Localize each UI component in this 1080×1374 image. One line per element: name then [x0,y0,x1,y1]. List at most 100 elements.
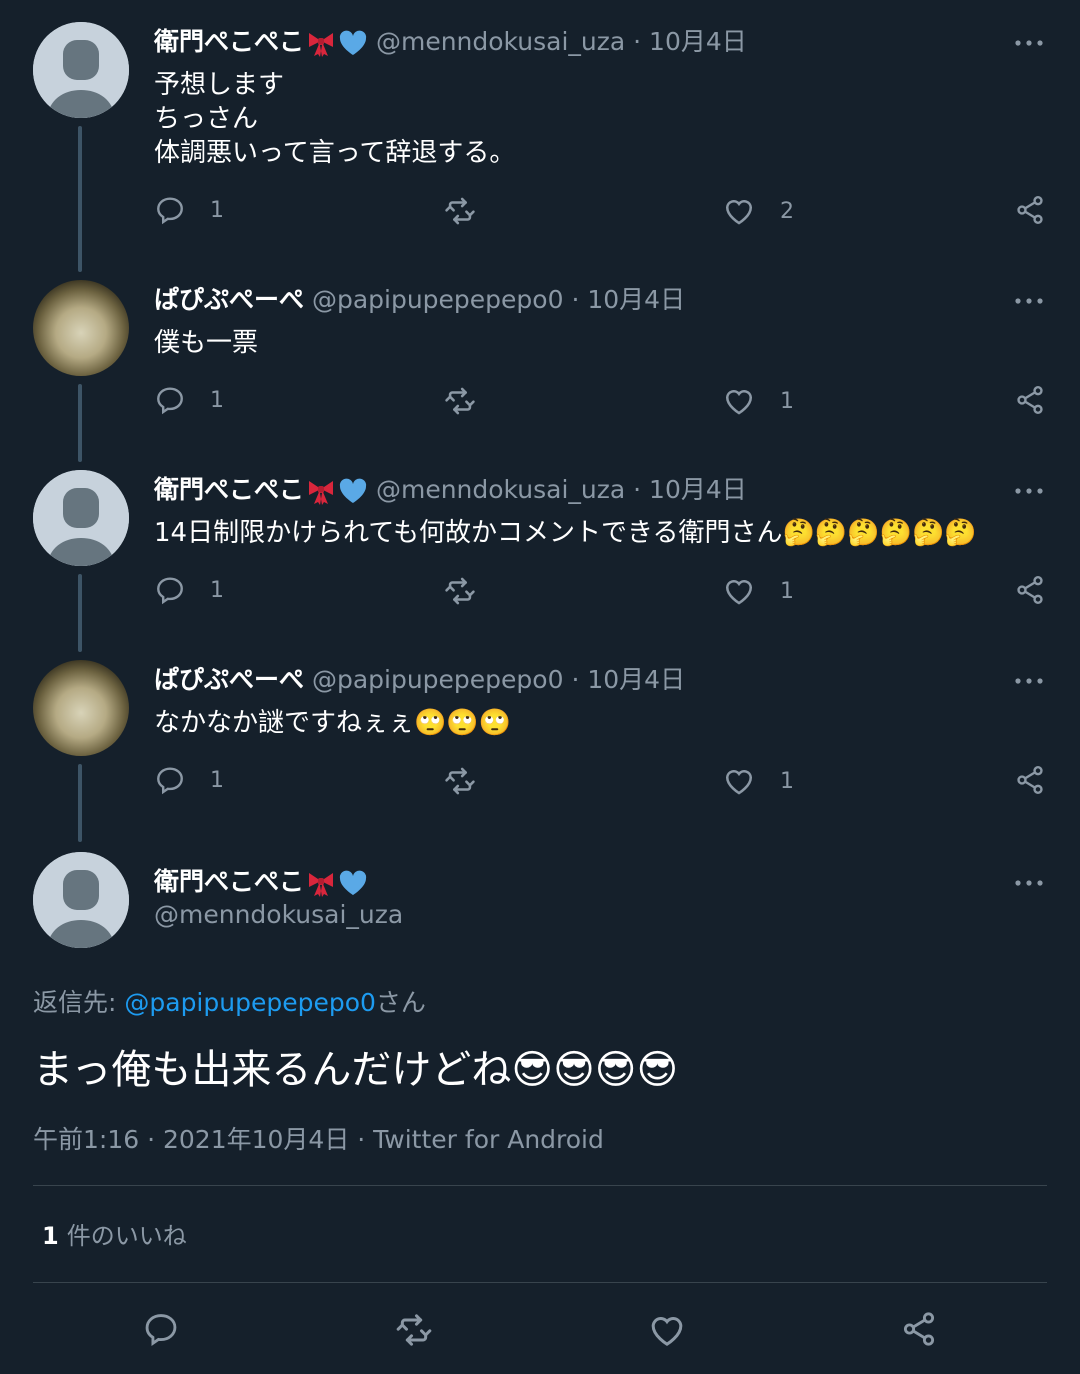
action-bar: 1 1 [0,574,1080,614]
retweet-button[interactable] [394,1310,434,1350]
tweet-header: 衛門ぺこぺこ @menndokusai_uza · 10月4日 [154,22,747,58]
divider [33,1185,1047,1186]
blue-heart-emoji-icon [338,28,368,58]
username[interactable]: @menndokusai_uza [154,900,403,929]
tweet-header: ぱぴぷぺーぺ @papipupepepepo0 · 10月4日 [154,660,685,696]
reply-button[interactable]: 1 [154,764,224,796]
username[interactable]: @papipupepepepo0 [312,665,564,694]
retweet-button[interactable] [443,384,477,418]
avatar[interactable] [33,660,129,756]
reply-button[interactable]: 1 [154,384,224,416]
likes-label: 件のいいね [66,1222,187,1250]
thread-tweet[interactable]: 衛門ぺこぺこ @menndokusai_uza · 10月4日 予想します ちっ… [0,0,1080,260]
likes-count: 1 [42,1222,59,1250]
reply-icon [154,764,186,796]
reply-count: 1 [210,767,224,793]
reply-count: 1 [210,577,224,603]
like-count: 1 [780,388,794,414]
share-button[interactable] [1014,384,1046,416]
heart-icon [722,574,756,608]
retweet-icon [443,194,477,228]
heart-icon [722,194,756,228]
heart-icon [722,764,756,798]
tweet-header: 衛門ぺこぺこ [154,862,368,898]
retweet-button[interactable] [443,574,477,608]
main-tweet-text: まっ俺も出来るんだけどね😎😎😎😎 [33,1047,679,1093]
reply-button[interactable] [142,1310,180,1348]
likes-summary[interactable]: 1 件のいいね [42,1216,187,1251]
share-button[interactable] [1014,194,1046,226]
username[interactable]: @menndokusai_uza [376,475,625,504]
avatar[interactable] [33,280,129,376]
more-icon[interactable] [1014,873,1044,893]
share-button[interactable] [1014,764,1046,796]
share-icon [1014,764,1046,796]
reply-count: 1 [210,387,224,413]
tweet-meta: 午前1:16 · 2021年10月4日 · Twitter for Androi… [33,1125,604,1154]
more-icon[interactable] [1014,671,1044,691]
action-bar: 1 1 [0,384,1080,424]
share-button[interactable] [1014,574,1046,606]
reply-count: 1 [210,197,224,223]
reply-icon [154,194,186,226]
timestamp[interactable]: 10月4日 [587,285,685,314]
retweet-icon [394,1310,434,1350]
blue-heart-emoji-icon [338,476,368,506]
display-name[interactable]: ぱぴぷぺーぺ [154,665,304,694]
display-name[interactable]: 衛門ぺこぺこ [154,867,304,896]
more-icon[interactable] [1014,33,1044,53]
separator: · [633,27,642,56]
reply-icon [142,1310,180,1348]
heart-icon [647,1310,687,1350]
tweet-header: ぱぴぷぺーぺ @papipupepepepo0 · 10月4日 [154,280,685,316]
more-icon[interactable] [1014,481,1044,501]
display-name[interactable]: 衛門ぺこぺこ [154,27,304,56]
avatar[interactable] [33,22,129,118]
reply-button[interactable]: 1 [154,194,224,226]
reply-prefix: 返信先: [33,988,125,1017]
avatar[interactable] [33,852,129,948]
username[interactable]: @menndokusai_uza [376,27,625,56]
thread-tweet[interactable]: ぱぴぷぺーぺ @papipupepepepo0 · 10月4日 僕も一票 1 1 [0,258,1080,448]
action-bar: 1 1 [0,764,1080,804]
heart-icon [722,384,756,418]
share-icon [1014,574,1046,606]
like-count: 2 [780,198,794,224]
retweet-button[interactable] [443,194,477,228]
display-name[interactable]: 衛門ぺこぺこ [154,475,304,504]
mention-link[interactable]: @papipupepepepo0 [124,988,376,1017]
tweet-header: 衛門ぺこぺこ @menndokusai_uza · 10月4日 [154,470,747,506]
like-button[interactable]: 1 [722,574,794,608]
separator: · [571,665,580,694]
retweet-button[interactable] [443,764,477,798]
display-name[interactable]: ぱぴぷぺーぺ [154,285,304,314]
focused-tweet: 衛門ぺこぺこ @menndokusai_uza [0,830,1080,970]
tweet-text: 予想します ちっさん 体調悪いって言って辞退する。 [154,70,516,168]
username[interactable]: @papipupepepepo0 [312,285,564,314]
divider [33,1282,1047,1283]
reply-suffix: さん [375,988,426,1017]
share-button[interactable] [900,1310,938,1348]
separator: · [633,475,642,504]
thread-tweet[interactable]: 衛門ぺこぺこ @menndokusai_uza · 10月4日 14日制限かけら… [0,448,1080,638]
share-icon [1014,384,1046,416]
avatar[interactable] [33,470,129,566]
like-button[interactable]: 2 [722,194,794,228]
retweet-icon [443,764,477,798]
like-button[interactable]: 1 [722,764,794,798]
replying-to: 返信先: @papipupepepepo0さん [33,983,426,1019]
like-button[interactable] [647,1310,687,1350]
timestamp[interactable]: 10月4日 [649,27,747,56]
reply-icon [154,384,186,416]
ribbon-emoji-icon [306,868,336,898]
timestamp[interactable]: 10月4日 [587,665,685,694]
more-icon[interactable] [1014,291,1044,311]
tweet-text: 僕も一票 [154,328,259,358]
like-button[interactable]: 1 [722,384,794,418]
thread-tweet[interactable]: ぱぴぷぺーぺ @papipupepepepo0 · 10月4日 なかなか謎ですね… [0,638,1080,828]
like-count: 1 [780,768,794,794]
reply-button[interactable]: 1 [154,574,224,606]
action-bar: 1 2 [0,194,1080,234]
like-count: 1 [780,578,794,604]
timestamp[interactable]: 10月4日 [649,475,747,504]
